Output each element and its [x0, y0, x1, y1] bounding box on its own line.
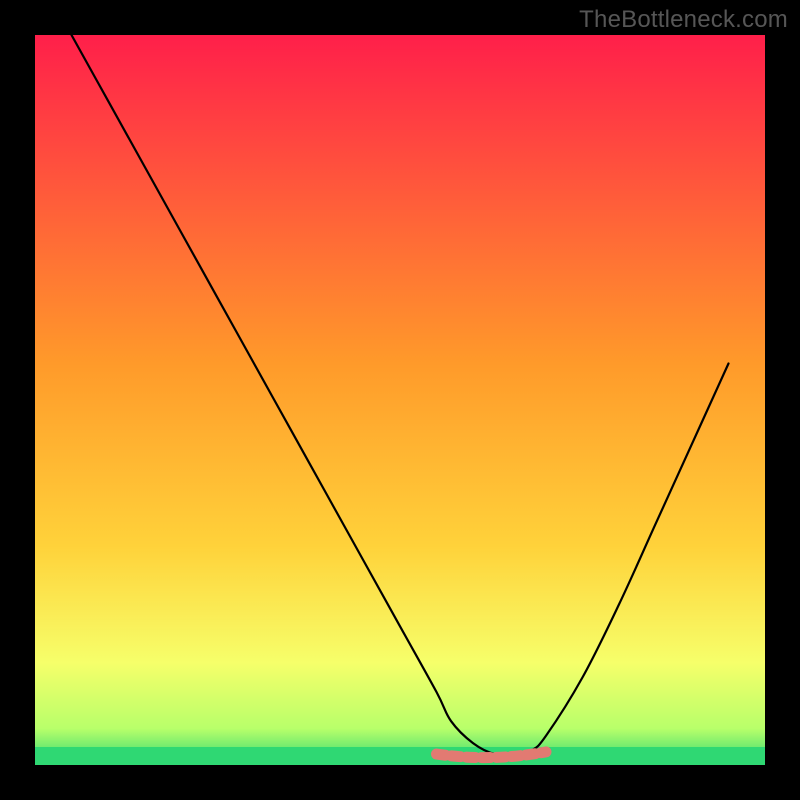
curve-layer [35, 35, 765, 765]
plot-area [35, 35, 765, 765]
chart-stage: TheBottleneck.com [0, 0, 800, 800]
bottleneck-curve [72, 35, 729, 755]
watermark-text: TheBottleneck.com [579, 6, 788, 34]
trough-band [437, 752, 547, 758]
